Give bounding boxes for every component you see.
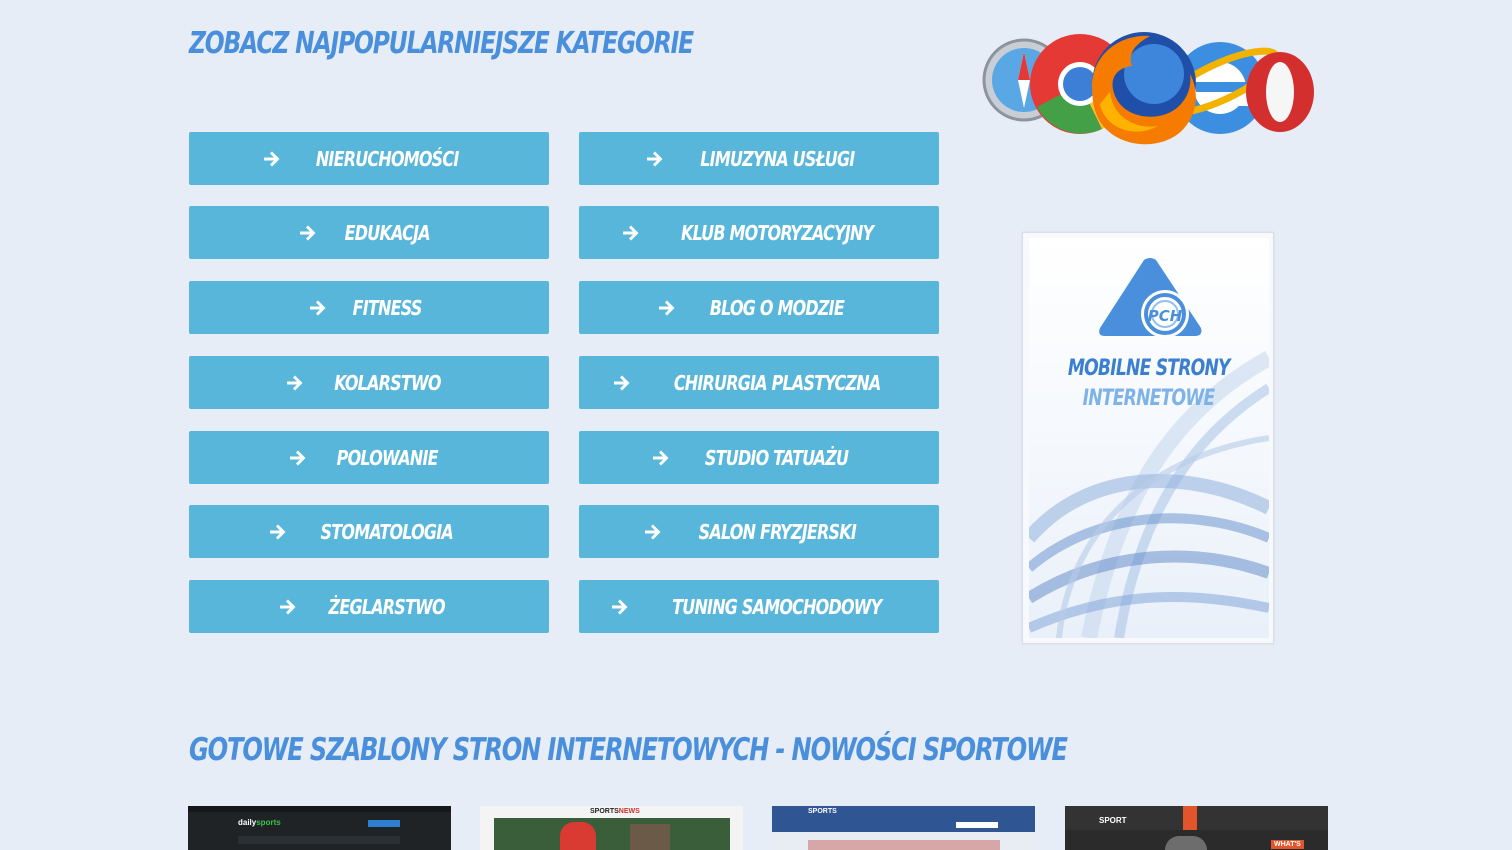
category-button[interactable]: FITNESS	[189, 281, 549, 334]
template-logo: SPORTS	[808, 808, 837, 815]
category-label: TUNING SAMOCHODOWY	[672, 594, 882, 619]
category-button[interactable]: KLUB MOTORYZACYJNY	[579, 206, 939, 259]
arrow-right-icon	[299, 225, 316, 240]
category-button[interactable]: STUDIO TATUAŻU	[579, 431, 939, 484]
category-button[interactable]: ŻEGLARSTWO	[189, 580, 549, 633]
pch-logo: PCH	[1099, 258, 1202, 338]
arrow-right-icon	[659, 300, 675, 315]
arrow-right-icon	[653, 450, 669, 465]
template-thumbnail[interactable]: dailysports	[188, 806, 451, 850]
arrow-right-icon	[286, 375, 303, 390]
arrow-right-icon	[280, 599, 296, 614]
category-label: KOLARSTWO	[333, 370, 441, 395]
section-title-categories: Zobacz najpopularniejsze kategorie	[189, 26, 694, 61]
template-logo: SPORT	[1099, 816, 1127, 825]
category-label: EDUKACJA	[344, 220, 430, 245]
category-label: ŻEGLARSTWO	[328, 594, 446, 619]
category-button[interactable]: BLOG O MODZIE	[579, 281, 939, 334]
template-thumbnail[interactable]: SPORTSNEWS	[480, 806, 743, 850]
category-button[interactable]: EDUKACJA	[189, 206, 549, 259]
ad-title-line2: INTERNETOWE	[1083, 386, 1216, 411]
template-thumbnail[interactable]: SPORT WHAT'S	[1065, 806, 1328, 850]
arrow-right-icon	[270, 524, 286, 539]
category-label: FITNESS	[352, 295, 423, 320]
category-label: SALON FRYZJERSKI	[698, 519, 856, 544]
arrow-right-icon	[263, 151, 280, 166]
template-logo: SPORTSNEWS	[590, 808, 640, 815]
category-button[interactable]: POLOWANIE	[189, 431, 549, 484]
arrow-right-icon	[622, 225, 639, 240]
opera-icon	[1246, 52, 1314, 132]
template-thumbnail[interactable]: SPORTS	[772, 806, 1035, 850]
category-label: STUDIO TATUAŻU	[705, 445, 849, 470]
arrow-right-icon	[613, 375, 630, 390]
category-label: POLOWANIE	[336, 445, 438, 470]
category-button[interactable]: TUNING SAMOCHODOWY	[579, 580, 939, 633]
arrow-right-icon	[612, 599, 628, 614]
arrow-right-icon	[644, 524, 661, 539]
arrow-right-icon	[289, 450, 306, 465]
category-button[interactable]: STOMATOLOGIA	[189, 505, 549, 558]
arrow-right-icon	[646, 151, 663, 166]
category-button[interactable]: LIMUZYNA USŁUGI	[579, 132, 939, 185]
template-logo: dailysports	[238, 818, 281, 827]
category-label: STOMATOLOGIA	[320, 519, 454, 544]
category-button[interactable]: CHIRURGIA PLASTYCZNA	[579, 356, 939, 409]
ad-banner-inner: PCH MOBILNE STRONY INTERNETOWE	[1029, 238, 1269, 638]
section-title-templates: Gotowe szablony stron internetowych - no…	[189, 732, 1068, 768]
arrow-right-icon	[309, 300, 326, 315]
ad-banner[interactable]: PCH MOBILNE STRONY INTERNETOWE	[1022, 232, 1274, 644]
category-label: NIERUCHOMOŚCI	[315, 146, 459, 171]
ad-title-line1: MOBILNE STRONY	[1068, 356, 1231, 381]
category-label: KLUB MOTORYZACYJNY	[680, 220, 874, 245]
template-badge: WHAT'S	[1271, 840, 1304, 849]
category-label: BLOG O MODZIE	[709, 295, 845, 320]
category-label: LIMUZYNA USŁUGI	[699, 146, 855, 171]
pch-logo-text: PCH	[1148, 307, 1183, 325]
category-button[interactable]: NIERUCHOMOŚCI	[189, 132, 549, 185]
category-label: CHIRURGIA PLASTYCZNA	[673, 370, 881, 395]
firefox-icon	[1092, 32, 1196, 145]
browser-logos	[982, 32, 1314, 145]
category-button[interactable]: SALON FRYZJERSKI	[579, 505, 939, 558]
category-button[interactable]: KOLARSTWO	[189, 356, 549, 409]
